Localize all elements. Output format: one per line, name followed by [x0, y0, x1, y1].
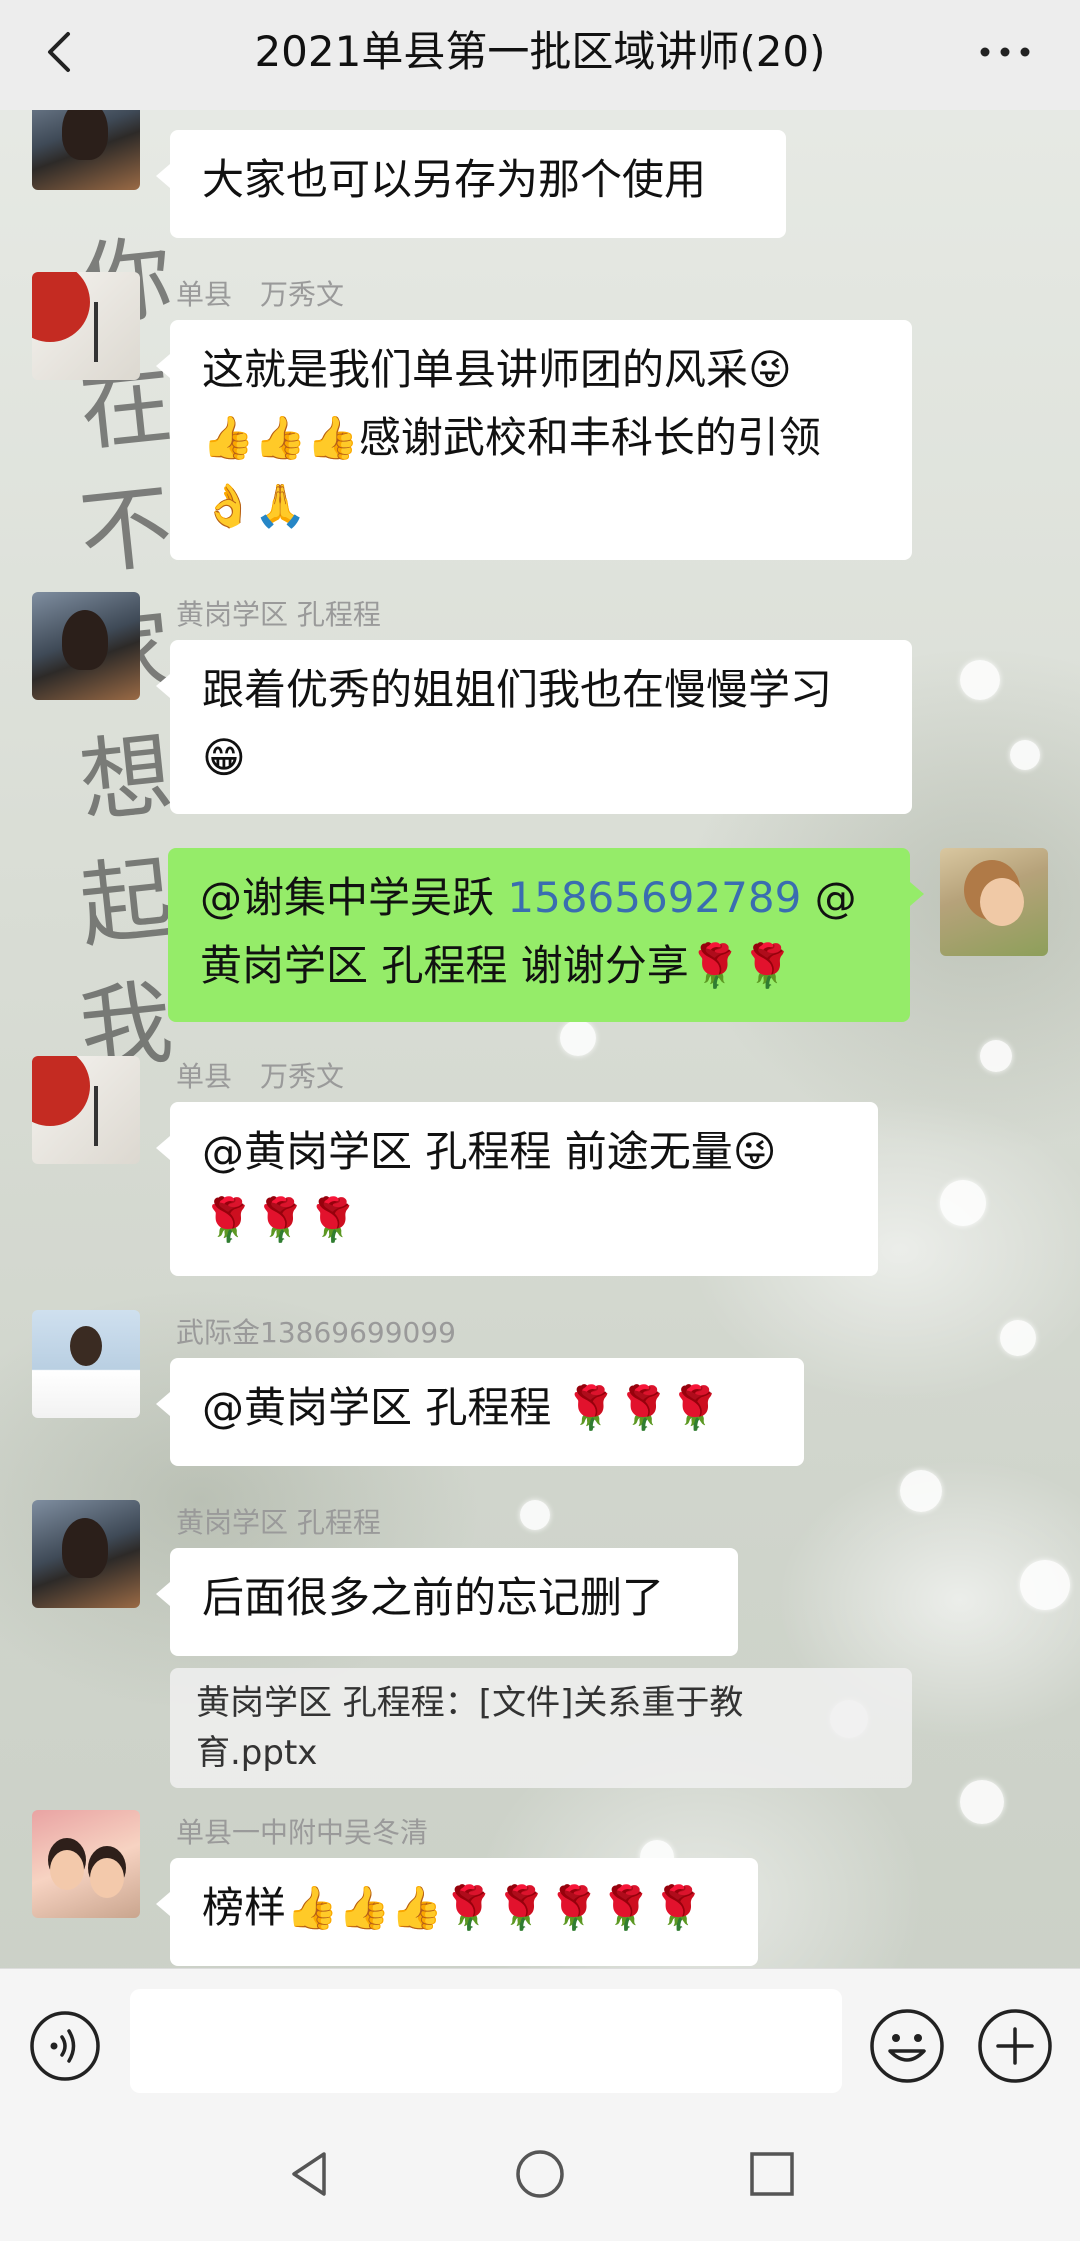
- chat-header: 2021单县第一批区域讲师(20): [0, 0, 1080, 110]
- sender-name: 单县一中附中吴冬清: [176, 1816, 429, 1849]
- triangle-back-icon[interactable]: [280, 2144, 340, 2204]
- message-text: 后面很多之前的忘记删了: [202, 1573, 665, 1622]
- message-bubble[interactable]: @谢集中学吴跃 15865692789 @ 黄岗学区 孔程程 谢谢分享🌹🌹: [168, 848, 924, 1022]
- message-bubble[interactable]: 榜样👍👍👍🌹🌹🌹🌹🌹: [156, 1858, 758, 1966]
- more-icon[interactable]: [970, 22, 1040, 82]
- page-title: 2021单县第一批区域讲师(20): [254, 27, 826, 76]
- circle-home-icon[interactable]: [510, 2144, 570, 2204]
- plus-icon[interactable]: [976, 2007, 1054, 2085]
- flower-decoration: [1000, 1320, 1036, 1356]
- sender-name: 黄岗学区 孔程程: [176, 1506, 381, 1539]
- avatar[interactable]: [32, 592, 140, 700]
- message-text: @黄岗学区 孔程程 🌹🌹🌹: [202, 1383, 722, 1432]
- voice-icon[interactable]: [28, 2009, 102, 2083]
- flower-decoration: [940, 1180, 986, 1226]
- message-text: 大家也可以另存为那个使用: [202, 155, 707, 204]
- square-recent-icon[interactable]: [742, 2144, 802, 2204]
- message-text: 跟着优秀的姐姐们我也在慢慢学习: [202, 665, 833, 714]
- flower-decoration: [1010, 740, 1040, 770]
- avatar[interactable]: [32, 1810, 140, 1918]
- flower-decoration: [960, 1780, 1004, 1824]
- flower-decoration: [980, 1040, 1012, 1072]
- message-text: 这就是我们单县讲师团的风采😜: [202, 345, 792, 394]
- sender-name: 单县 万秀文: [176, 278, 345, 311]
- message-text: 👍👍👍感谢武校和丰科长的引领: [202, 413, 821, 462]
- message-text: 🌹🌹🌹: [202, 1195, 359, 1244]
- quote-text: 黄岗学区 孔程程：[文件]关系重于教: [196, 1683, 744, 1723]
- quote-text: 育.pptx: [196, 1733, 318, 1773]
- avatar[interactable]: [32, 1500, 140, 1608]
- mention[interactable]: @谢集中学吴跃: [200, 873, 494, 922]
- message-bubble[interactable]: 后面很多之前的忘记删了: [156, 1548, 738, 1656]
- message-text: 👌🙏: [202, 481, 307, 530]
- flower-decoration: [560, 1020, 596, 1056]
- sender-name: 单县 万秀文: [176, 1060, 345, 1093]
- message-bubble[interactable]: 大家也可以另存为那个使用: [156, 130, 786, 238]
- flower-decoration: [900, 1470, 942, 1512]
- sender-name: 黄岗学区 孔程程: [176, 598, 381, 631]
- message-bubble[interactable]: 跟着优秀的姐姐们我也在慢慢学习 😁: [156, 640, 912, 814]
- avatar[interactable]: [32, 1310, 140, 1418]
- input-bar: [0, 1968, 1080, 2101]
- mention[interactable]: @: [801, 873, 857, 922]
- flower-decoration: [520, 1500, 550, 1530]
- emoji-icon[interactable]: [868, 2007, 946, 2085]
- message-text: 黄岗学区 孔程程 谢谢分享🌹🌹: [200, 941, 794, 990]
- message-input[interactable]: [130, 1989, 842, 2093]
- phone-link[interactable]: 15865692789: [507, 873, 801, 922]
- sender-name: 武际金13869699099: [176, 1316, 456, 1349]
- flower-decoration: [1020, 1560, 1070, 1610]
- chevron-left-icon[interactable]: [30, 22, 90, 82]
- flower-decoration: [960, 660, 1000, 700]
- message-text: 榜样👍👍👍🌹🌹🌹🌹🌹: [202, 1883, 705, 1932]
- avatar[interactable]: [32, 1056, 140, 1164]
- message-text: 😁: [202, 733, 246, 782]
- message-bubble[interactable]: @黄岗学区 孔程程 🌹🌹🌹: [156, 1358, 804, 1466]
- message-bubble[interactable]: @黄岗学区 孔程程 前途无量😜 🌹🌹🌹: [156, 1102, 878, 1276]
- avatar[interactable]: [32, 272, 140, 380]
- quoted-file[interactable]: 黄岗学区 孔程程：[文件]关系重于教 育.pptx: [170, 1668, 912, 1788]
- message-text: @谢集中学吴跃 15865692789 @: [200, 864, 878, 932]
- message-bubble[interactable]: 这就是我们单县讲师团的风采😜 👍👍👍感谢武校和丰科长的引领 👌🙏: [156, 320, 912, 560]
- avatar[interactable]: [940, 848, 1048, 956]
- message-text: @黄岗学区 孔程程 前途无量😜: [202, 1127, 777, 1176]
- system-navigation-bar: [0, 2100, 1080, 2241]
